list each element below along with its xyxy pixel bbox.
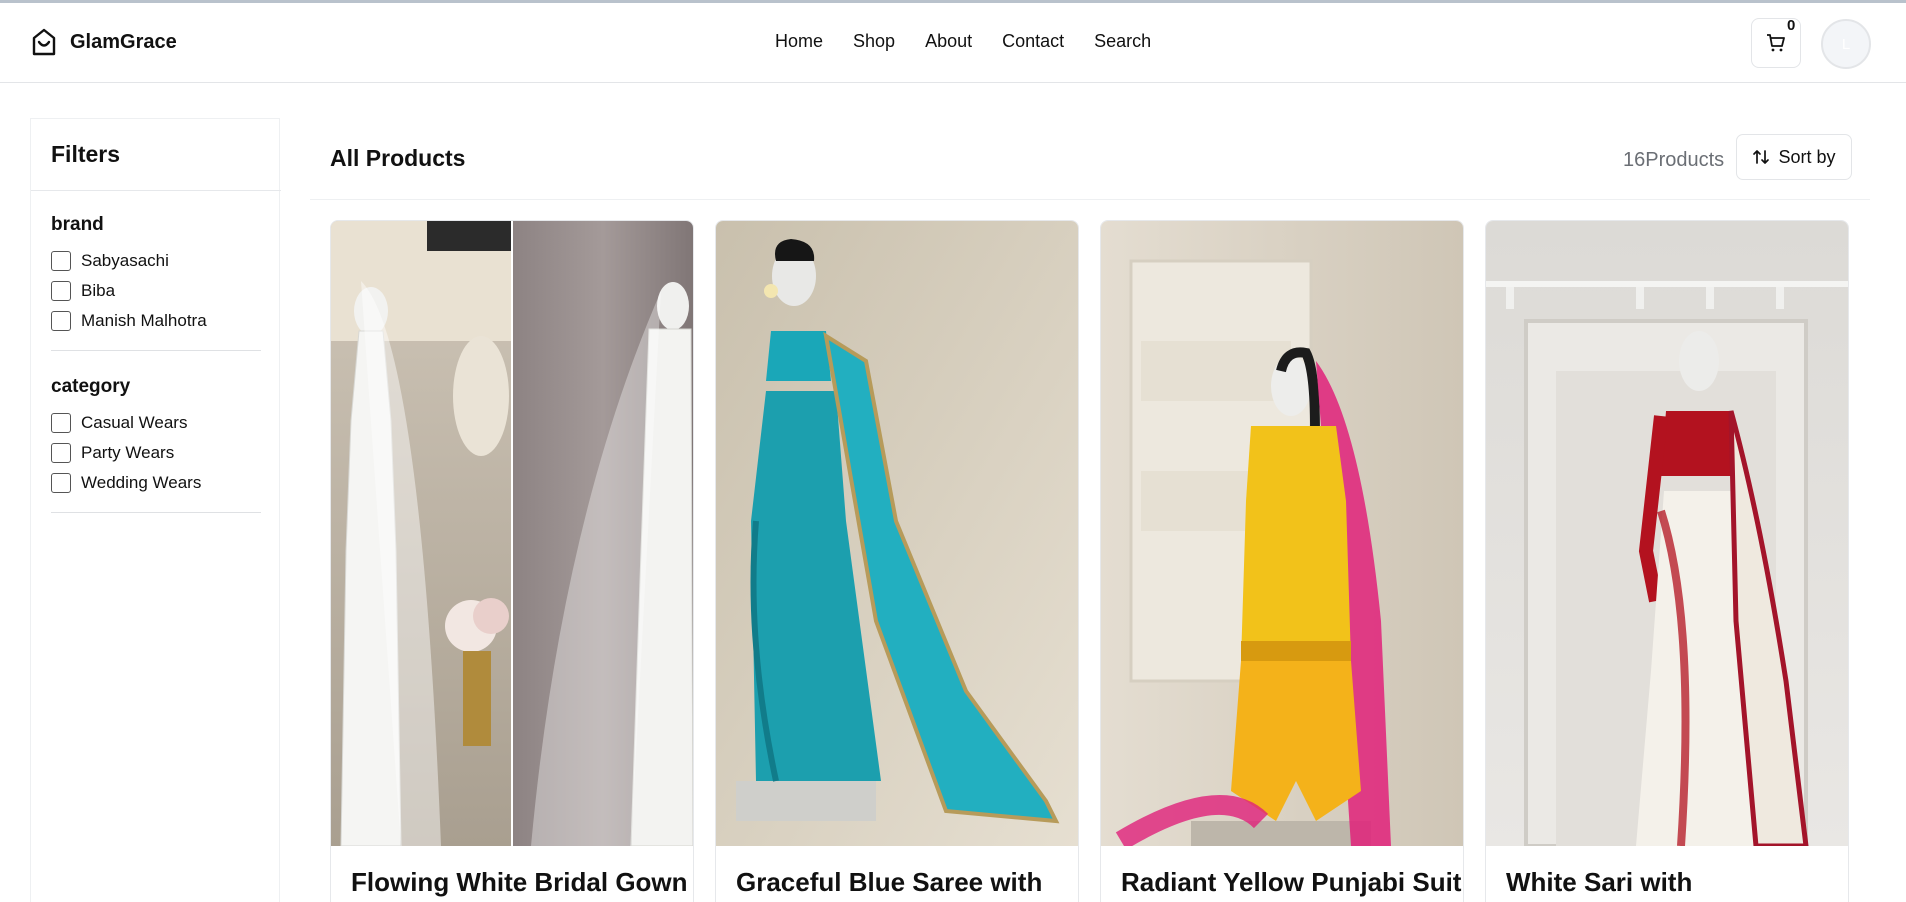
cart-count-badge: 0 [1787, 17, 1796, 34]
product-image[interactable] [1101, 221, 1463, 846]
page-title: All Products [330, 145, 466, 171]
product-card[interactable]: Graceful Blue Saree with [715, 220, 1079, 902]
product-count: 16Products [1623, 149, 1725, 171]
nav-shop[interactable]: Shop [853, 31, 895, 52]
checkbox[interactable] [51, 443, 71, 463]
store-icon [32, 28, 56, 56]
product-image[interactable] [1486, 221, 1848, 846]
sort-label: Sort by [1778, 146, 1836, 167]
filter-option-label: Wedding Wears [81, 473, 202, 492]
user-avatar[interactable]: L [1821, 19, 1871, 69]
main-nav: Home Shop About Contact Search [775, 31, 1181, 52]
checkbox[interactable] [51, 413, 71, 433]
filter-group-category: category Casual Wears Party Wears Weddin… [51, 376, 261, 513]
product-title[interactable]: Flowing White Bridal Gown [351, 867, 688, 898]
divider [31, 190, 281, 191]
divider [51, 512, 261, 513]
cart-icon [1767, 34, 1785, 52]
nav-home[interactable]: Home [775, 31, 823, 52]
product-card[interactable]: White Sari with [1485, 220, 1849, 902]
sort-arrows-icon [1753, 150, 1770, 164]
filter-option-label: Sabyasachi [81, 251, 169, 270]
brand-name: GlamGrace [70, 30, 177, 53]
filter-option-sabyasachi[interactable]: Sabyasachi [51, 246, 261, 276]
filter-option-label: Manish Malhotra [81, 311, 207, 330]
filter-option-casual-wears[interactable]: Casual Wears [51, 408, 261, 438]
avatar-initial: L [1841, 35, 1851, 53]
filters-sidebar: Filters brand Sabyasachi Biba Manish Mal… [30, 118, 281, 902]
products-header: All Products 16Products Sort by [310, 118, 1870, 200]
checkbox[interactable] [51, 251, 71, 271]
checkbox[interactable] [51, 311, 71, 331]
filter-option-label: Casual Wears [81, 413, 188, 432]
filter-group-title: category [51, 376, 131, 397]
checkbox[interactable] [51, 473, 71, 493]
site-header: GlamGrace Home Shop About Contact Search… [0, 3, 1906, 83]
filter-group-brand: brand Sabyasachi Biba Manish Malhotra [51, 214, 261, 351]
brand-logo[interactable]: GlamGrace [30, 27, 177, 57]
product-title[interactable]: Radiant Yellow Punjabi Suit [1121, 867, 1461, 898]
product-image[interactable] [716, 221, 1078, 846]
filter-option-wedding-wears[interactable]: Wedding Wears [51, 468, 261, 498]
divider [51, 350, 261, 351]
sort-button[interactable]: Sort by [1736, 134, 1852, 180]
filter-option-biba[interactable]: Biba [51, 276, 261, 306]
product-title[interactable]: White Sari with [1506, 867, 1692, 898]
filters-title: Filters [51, 141, 121, 167]
filter-option-label: Biba [81, 281, 116, 300]
filter-option-party-wears[interactable]: Party Wears [51, 438, 261, 468]
product-card[interactable]: Flowing White Bridal Gown [330, 220, 694, 902]
product-card[interactable]: Radiant Yellow Punjabi Suit [1100, 220, 1464, 902]
nav-contact[interactable]: Contact [1002, 31, 1064, 52]
checkbox[interactable] [51, 281, 71, 301]
filter-option-label: Party Wears [81, 443, 175, 462]
filter-group-title: brand [51, 214, 104, 235]
nav-about[interactable]: About [925, 31, 972, 52]
product-title[interactable]: Graceful Blue Saree with [736, 867, 1042, 898]
filter-option-manish-malhotra[interactable]: Manish Malhotra [51, 306, 261, 336]
product-image[interactable] [331, 221, 693, 846]
nav-search[interactable]: Search [1094, 31, 1151, 52]
